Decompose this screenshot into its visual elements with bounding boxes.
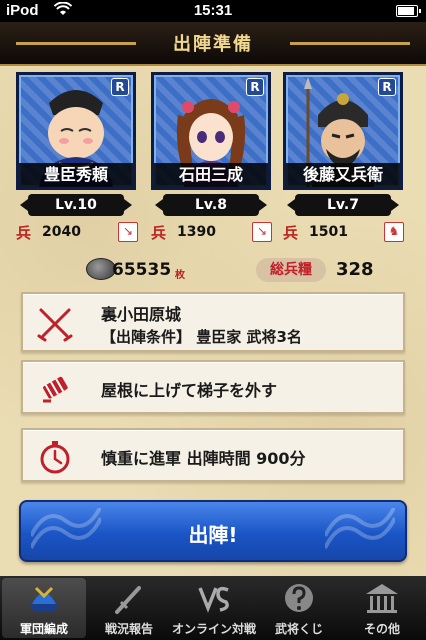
weapon-horse-icon: ♞ (384, 222, 404, 242)
general-name-2: 石田三成 (154, 163, 268, 187)
coin-count: 65535 (112, 260, 172, 280)
tab-other[interactable]: その他 (340, 578, 424, 638)
clock: 15:31 (193, 2, 233, 19)
supply-value: 328 (336, 259, 374, 280)
lottery-icon (285, 584, 313, 612)
versus-icon (198, 586, 229, 613)
page-title: 出陣準備 (173, 34, 253, 55)
general-troops-1: 兵 2040 (16, 222, 106, 244)
march-row[interactable]: 慎重に進軍 出陣時間 900分 (21, 428, 405, 482)
sword-icon (115, 586, 141, 614)
troops-value: 1501 (309, 224, 348, 240)
general-card-3[interactable]: R 後藤又兵衛 (283, 72, 403, 190)
general-card-1[interactable]: R 豊臣秀頼 (16, 72, 136, 190)
content-area: R 豊臣秀頼 Lv.10 兵 2040 ↘ R 石田三成 Lv.8 兵 1390… (0, 66, 426, 576)
rarity-badge: R (111, 78, 129, 96)
supply-label: 総兵糧 (256, 258, 326, 282)
general-troops-2: 兵 1390 (151, 222, 241, 244)
general-name-1: 豊臣秀頼 (19, 163, 133, 187)
tab-battle-report[interactable]: 戦況報告 (87, 578, 171, 638)
tab-online-battle[interactable]: オンライン対戦 (172, 578, 256, 638)
strategy-row[interactable]: 屋根に上げて梯子を外す (21, 360, 405, 414)
tab-label: 戦況報告 (104, 622, 153, 636)
troops-label: 兵 (283, 224, 299, 242)
general-level-1: Lv.10 (20, 194, 132, 216)
temple-icon (366, 584, 398, 613)
strategy-text: 屋根に上げて梯子を外す (101, 381, 278, 400)
troops-label: 兵 (151, 224, 167, 242)
rarity-badge: R (246, 78, 264, 96)
deploy-button-label: 出陣! (188, 523, 238, 547)
march-text: 慎重に進軍 出陣時間 900分 (101, 449, 306, 468)
tab-army-formation[interactable]: 軍団編成 (2, 578, 86, 638)
tab-label: オンライン対戦 (172, 622, 257, 636)
troops-value: 1390 (177, 224, 216, 240)
troops-label: 兵 (16, 224, 32, 242)
battery-icon (396, 5, 421, 17)
tab-label: 軍団編成 (19, 622, 68, 636)
helmet-icon (30, 586, 58, 612)
castle-name: 裏小田原城 (101, 305, 182, 324)
tab-general-lottery[interactable]: 武将くじ (257, 578, 341, 638)
tab-bar: 軍団編成 戦況報告 オンライン対戦 武将くじ その他 (0, 576, 426, 640)
general-card-2[interactable]: R 石田三成 (151, 72, 271, 190)
general-troops-3: 兵 1501 (283, 222, 373, 244)
crossed-swords-icon (37, 308, 73, 342)
coin-unit: 枚 (175, 270, 185, 281)
title-bar: 出陣準備 (0, 22, 426, 66)
weapon-bow-icon: ↘ (118, 222, 138, 242)
weapon-bow-icon: ↘ (252, 222, 272, 242)
rarity-badge: R (378, 78, 396, 96)
mission-destination[interactable]: 裏小田原城 【出陣条件】 豊臣家 武将3名 (21, 292, 405, 352)
general-name-3: 後藤又兵衛 (286, 163, 400, 187)
deploy-button[interactable]: 出陣! (19, 500, 407, 562)
status-bar: iPod 15:31 (0, 0, 426, 22)
tab-label: その他 (363, 622, 400, 636)
troops-value: 2040 (42, 224, 81, 240)
general-level-3: Lv.7 (287, 194, 399, 216)
stopwatch-icon (40, 441, 70, 474)
deploy-condition: 【出陣条件】 豊臣家 武将3名 (101, 328, 302, 346)
ladder-icon (43, 376, 68, 403)
general-level-2: Lv.8 (155, 194, 267, 216)
tab-label: 武将くじ (274, 622, 323, 636)
